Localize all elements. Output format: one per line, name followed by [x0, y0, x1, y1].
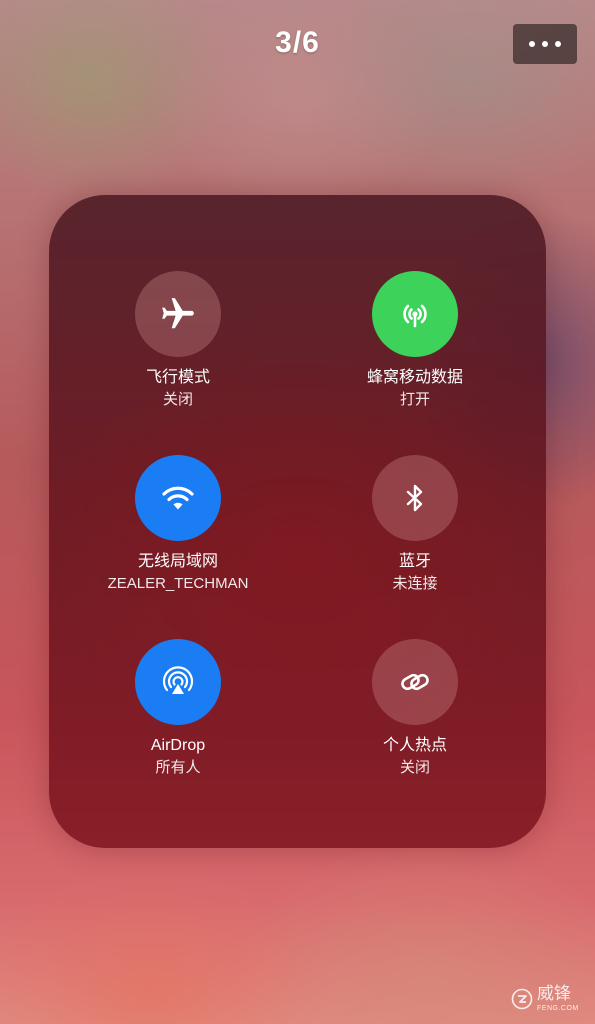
airplane-mode-label: 飞行模式: [145, 369, 210, 386]
bluetooth-toggle[interactable]: 蓝牙 未连接: [305, 455, 525, 595]
bluetooth-label: 蓝牙: [398, 553, 431, 570]
airdrop-label: AirDrop: [150, 737, 206, 754]
wifi-network-name: ZEALER_TECHMAN: [107, 575, 249, 592]
feng-logo-icon: [511, 988, 533, 1010]
ellipsis-icon: [555, 41, 561, 47]
feng-watermark: 威锋 FENG.COM: [511, 980, 589, 1018]
personal-hotspot-toggle[interactable]: 个人热点 关闭: [305, 639, 525, 779]
cellular-data-toggle[interactable]: 蜂窝移动数据 打开: [305, 271, 525, 411]
watermark-brand-en: FENG.COM: [537, 1005, 579, 1012]
cellular-data-button[interactable]: [372, 271, 458, 357]
airdrop-toggle[interactable]: AirDrop 所有人: [68, 639, 288, 779]
bluetooth-status: 未连接: [392, 575, 438, 592]
cellular-data-status: 打开: [399, 391, 430, 408]
wifi-icon: [162, 486, 194, 510]
airplane-mode-toggle[interactable]: 飞行模式 关闭: [68, 271, 288, 411]
cellular-antenna-icon: [403, 304, 427, 328]
bluetooth-icon: [406, 484, 423, 512]
bluetooth-button[interactable]: [372, 455, 458, 541]
cellular-data-label: 蜂窝移动数据: [366, 369, 463, 386]
airdrop-icon: [162, 666, 194, 694]
connectivity-panel: 飞行模式 关闭 蜂窝移动数据 打开 无线局域网 ZEALER_TECHMAN 蓝…: [49, 195, 546, 848]
personal-hotspot-label: 个人热点: [382, 737, 447, 754]
airplane-mode-button[interactable]: [135, 271, 221, 357]
watermark-brand-cn: 威锋: [537, 984, 571, 1004]
ellipsis-icon: [542, 41, 548, 47]
personal-hotspot-status: 关闭: [399, 759, 430, 776]
airplane-icon: [162, 298, 194, 329]
wifi-toggle[interactable]: 无线局域网 ZEALER_TECHMAN: [68, 455, 288, 595]
ellipsis-icon: [529, 41, 535, 47]
airdrop-button[interactable]: [135, 639, 221, 725]
personal-hotspot-button[interactable]: [372, 639, 458, 725]
wifi-button[interactable]: [135, 455, 221, 541]
page-counter: 3/6: [275, 26, 320, 59]
wifi-label: 无线局域网: [137, 553, 218, 570]
airplane-mode-status: 关闭: [162, 391, 193, 408]
airdrop-status: 所有人: [155, 759, 201, 776]
hotspot-link-icon: [401, 673, 429, 691]
more-options-button[interactable]: [513, 24, 577, 64]
